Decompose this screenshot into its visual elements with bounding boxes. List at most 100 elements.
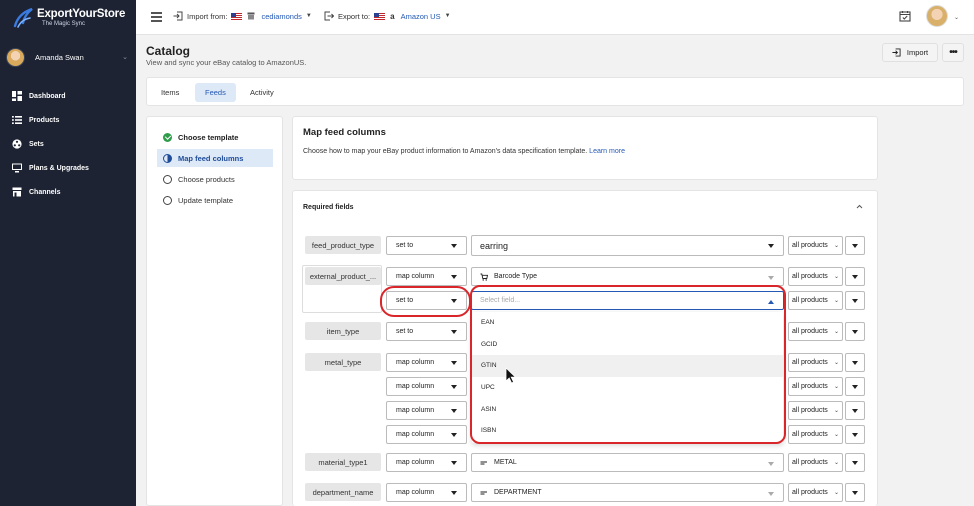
user-menu[interactable]: Amanda Swan ⌄ (0, 44, 136, 70)
scope-select[interactable]: all products ⌄ (788, 353, 843, 372)
scope-select[interactable]: all products ⌄ (788, 267, 843, 286)
row-menu-button[interactable] (845, 483, 865, 502)
row-menu-button[interactable] (845, 453, 865, 472)
account-avatar[interactable] (926, 5, 948, 27)
calendar-check-icon[interactable] (899, 10, 911, 22)
value-select-barcode-type[interactable]: Barcode Type (471, 267, 784, 286)
app-logo[interactable]: ExportYourStore The Magic Sync (12, 4, 125, 32)
scope-select[interactable]: all products ⌄ (788, 483, 843, 502)
scope-select[interactable]: all products ⌄ (788, 377, 843, 396)
value-select-department[interactable]: DEPARTMENT (471, 483, 784, 502)
import-button[interactable]: Import (882, 43, 938, 62)
user-name: Amanda Swan (35, 52, 84, 62)
scope-label: all products (792, 489, 828, 496)
import-from-selector[interactable]: Import from: cediamonds ▼ (173, 11, 312, 21)
row-menu-button[interactable] (845, 425, 865, 444)
caret-down-icon (451, 299, 457, 303)
caret-down-icon: ▼ (305, 13, 312, 19)
empty-circle-icon (163, 195, 172, 205)
chevron-up-icon[interactable] (856, 203, 863, 210)
sidebar-nav: Dashboard Products Sets Plans & Upgrades… (0, 84, 136, 204)
section-title: Required fields (303, 204, 354, 211)
dropdown-option-gcid[interactable]: GCID (472, 334, 783, 356)
more-options-button[interactable]: ••• (942, 43, 964, 62)
value-select-metal[interactable]: METAL (471, 453, 784, 472)
logo-title: ExportYourStore (37, 7, 126, 20)
dropdown-option-ean[interactable]: EAN (472, 312, 783, 334)
caret-down-icon (451, 330, 457, 334)
caret-down-icon (451, 385, 457, 389)
list-icon (12, 115, 22, 125)
scope-select[interactable]: all products ⌄ (788, 401, 843, 420)
field-label-metal-type: metal_type (305, 353, 381, 371)
tab-activity[interactable]: Activity (240, 83, 284, 102)
tab-feeds[interactable]: Feeds (195, 83, 236, 102)
mode-select[interactable]: map column (386, 267, 467, 286)
step-choose-products[interactable]: Choose products (157, 170, 273, 188)
field-label-feed-product-type: feed_product_type (305, 236, 381, 254)
import-button-label: Import (906, 48, 929, 57)
sets-icon (12, 139, 22, 149)
sidebar-item-channels[interactable]: Channels (0, 180, 136, 204)
row-menu-button[interactable] (845, 401, 865, 420)
mode-value: set to (396, 242, 414, 249)
barcode-type-dropdown: EAN GCID GTIN UPC ASIN ISBN (472, 312, 783, 443)
chevron-down-icon: ⌄ (833, 384, 839, 390)
row-menu-button[interactable] (845, 377, 865, 396)
step-choose-template[interactable]: Choose template (157, 128, 273, 146)
mode-select[interactable]: map column (386, 353, 467, 372)
import-icon (892, 48, 901, 57)
mode-select[interactable]: set to (386, 322, 467, 341)
sidebar-item-sets[interactable]: Sets (0, 132, 136, 156)
step-update-template[interactable]: Update template (157, 191, 273, 209)
step-map-feed-columns[interactable]: Map feed columns (157, 149, 273, 167)
tab-items[interactable]: Items (151, 83, 189, 102)
row-menu-button[interactable] (845, 353, 865, 372)
row-menu-button[interactable] (845, 267, 865, 286)
scope-label: all products (792, 273, 828, 280)
mode-select[interactable]: map column (386, 377, 467, 396)
hamburger-menu-icon[interactable] (151, 12, 162, 22)
scope-select[interactable]: all products ⌄ (788, 236, 843, 255)
row-menu-button[interactable] (845, 322, 865, 341)
mode-value: map column (396, 459, 435, 466)
sidebar-item-products[interactable]: Products (0, 108, 136, 132)
mode-select[interactable]: map column (386, 483, 467, 502)
dropdown-option-upc[interactable]: UPC (472, 377, 783, 399)
value-select-open[interactable]: Select field... (471, 291, 784, 310)
sidebar-item-dashboard[interactable]: Dashboard (0, 84, 136, 108)
mode-select[interactable]: set to (386, 236, 467, 255)
chevron-down-icon: ⌄ (122, 54, 128, 61)
mode-value: map column (396, 489, 435, 496)
scope-label: all products (792, 242, 828, 249)
row-menu-button[interactable] (845, 236, 865, 255)
sidebar-item-plans[interactable]: Plans & Upgrades (0, 156, 136, 180)
mode-select[interactable]: map column (386, 401, 467, 420)
caret-down-icon (451, 244, 457, 248)
scope-select[interactable]: all products ⌄ (788, 425, 843, 444)
mode-select[interactable]: map column (386, 425, 467, 444)
chevron-down-icon: ⌄ (833, 408, 839, 414)
mode-select-highlighted[interactable]: set to (386, 291, 467, 310)
caret-down-icon (768, 462, 774, 466)
dashboard-icon (12, 91, 22, 101)
step-label: Map feed columns (178, 153, 244, 163)
chevron-down-icon[interactable]: ⌄ (954, 14, 959, 21)
ebay-store-icon (247, 12, 255, 20)
scope-select[interactable]: all products ⌄ (788, 453, 843, 472)
dropdown-option-gtin[interactable]: GTIN (472, 355, 783, 377)
dropdown-option-isbn[interactable]: ISBN (472, 420, 783, 442)
scope-select[interactable]: all products ⌄ (788, 291, 843, 310)
row-menu-button[interactable] (845, 291, 865, 310)
text-lines-icon (480, 461, 487, 464)
dropdown-option-asin[interactable]: ASIN (472, 398, 783, 420)
value-select-feed-product-type[interactable]: earring (471, 235, 784, 256)
mode-select[interactable]: map column (386, 453, 467, 472)
chevron-down-icon: ⌄ (833, 490, 839, 496)
select-placeholder: Select field... (480, 297, 521, 304)
scope-select[interactable]: all products ⌄ (788, 322, 843, 341)
export-to-selector[interactable]: Export to: a Amazon US ▼ (324, 11, 451, 21)
field-label-department-name: department_name (305, 483, 381, 501)
sidebar-item-label: Sets (29, 140, 44, 148)
learn-more-link[interactable]: Learn more (589, 148, 625, 155)
